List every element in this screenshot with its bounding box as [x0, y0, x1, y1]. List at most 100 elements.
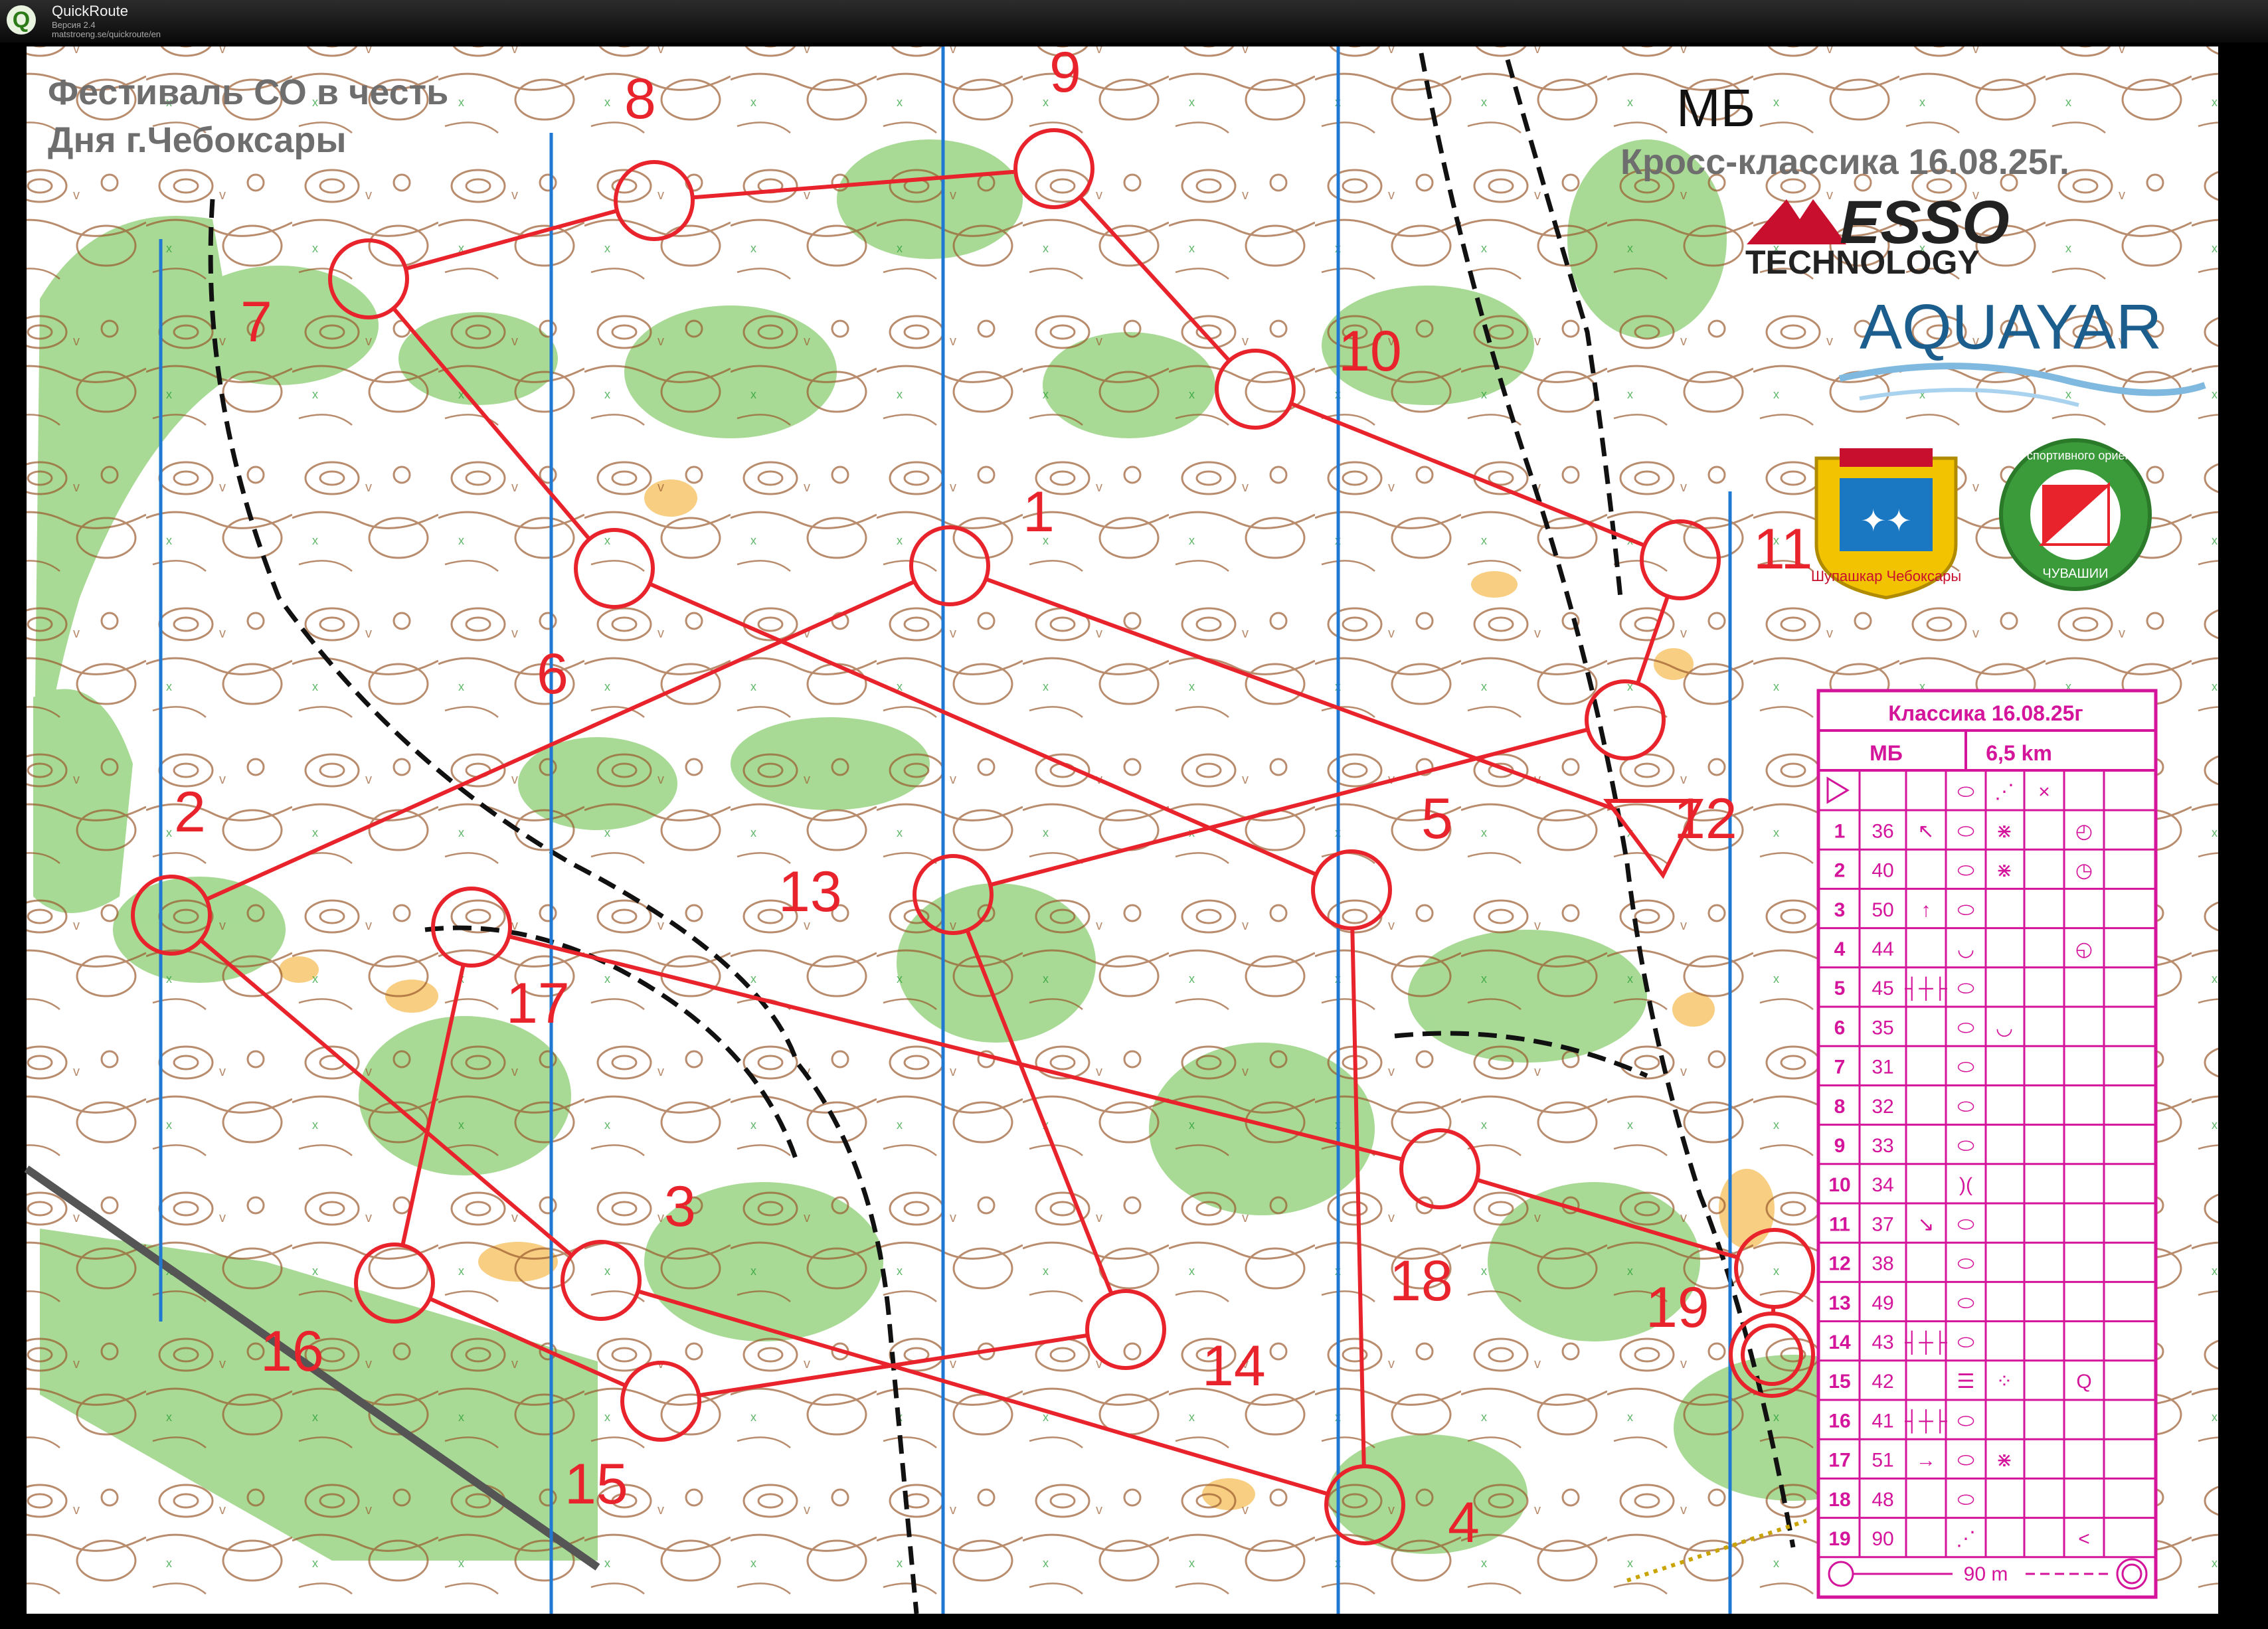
description-row-14-num: 14 — [1828, 1331, 1851, 1353]
app-url: matstroeng.se/quickroute/en — [52, 29, 161, 39]
orienteering-map[interactable]: v x — [0, 43, 2268, 1629]
description-row-7-code: 31 — [1872, 1057, 1893, 1078]
description-row-6-e: ◡ — [1996, 1017, 2013, 1039]
description-row-4-h: ◵ — [2075, 938, 2093, 960]
description-row-6-code: 35 — [1872, 1017, 1893, 1039]
description-row-18-d: ⬭ — [1957, 1489, 1974, 1511]
description-row-8-d: ⬭ — [1957, 1096, 1974, 1118]
description-row-14-c: ┤┼├ — [1905, 1330, 1948, 1355]
description-row-15-e: ⁘ — [1996, 1371, 2012, 1393]
description-row-18-code: 48 — [1872, 1489, 1893, 1511]
description-row-5-d: ⬭ — [1957, 978, 1974, 999]
app-version: Версия 2.4 — [52, 20, 96, 30]
description-row-10-d: )( — [1959, 1174, 1972, 1196]
description-row-13-d: ⬭ — [1957, 1292, 1974, 1314]
description-row-10-num: 10 — [1828, 1174, 1850, 1196]
description-row-17-code: 51 — [1872, 1450, 1893, 1472]
description-row-11-c: ↘ — [1917, 1213, 1934, 1235]
control-number-13: 13 — [778, 860, 842, 924]
control-description-sheet: Классика 16.08.25г МБ 6,5 km ⬭ ⋰ × 1 36 ↖ ⬭… — [1816, 689, 2158, 1599]
description-row-11-num: 11 — [1829, 1213, 1850, 1235]
control-number-11: 11 — [1753, 517, 1812, 581]
quickroute-logo-icon: Q — [7, 5, 36, 35]
description-row-16-code: 41 — [1872, 1410, 1893, 1432]
description-row-2-h: ◷ — [2075, 860, 2093, 882]
description-row-15-d: ☰ — [1957, 1371, 1975, 1393]
finish-distance: 90 m — [1964, 1563, 2008, 1585]
control-number-15: 15 — [565, 1452, 628, 1516]
svg-text:✦✦: ✦✦ — [1860, 503, 1911, 538]
description-row-17-d: ⬭ — [1957, 1450, 1974, 1472]
description-row-12-num: 12 — [1828, 1253, 1850, 1275]
description-row-3-code: 50 — [1872, 899, 1893, 921]
event-title-line2: Дня г.Чебоксары — [48, 120, 346, 160]
description-class: МБ — [1870, 741, 1903, 765]
description-row-5-c: ┤┼├ — [1905, 976, 1948, 1001]
description-row-6-num: 6 — [1834, 1017, 1846, 1039]
description-row-17-e: ⋇ — [1996, 1450, 2012, 1472]
description-length: 6,5 km — [1986, 741, 2052, 765]
control-number-2: 2 — [174, 780, 206, 844]
race-title: Кросс-классика 16.08.25г. — [1620, 142, 2069, 182]
description-row-3-c: ↑ — [1921, 899, 1931, 921]
description-row-8-code: 32 — [1872, 1096, 1893, 1118]
control-number-10: 10 — [1338, 319, 1402, 383]
control-number-7: 7 — [240, 290, 272, 354]
description-row-5-code: 45 — [1872, 978, 1893, 999]
control-number-4: 4 — [1448, 1491, 1480, 1555]
description-row-13-code: 49 — [1872, 1292, 1893, 1314]
svg-text:ЧУВАШИИ: ЧУВАШИИ — [2042, 566, 2108, 581]
description-row-6-d: ⬭ — [1957, 1017, 1974, 1039]
control-number-5: 5 — [1421, 787, 1453, 851]
description-row-2-e: ⋇ — [1996, 860, 2012, 882]
description-row-18-num: 18 — [1828, 1489, 1850, 1511]
description-row-1-num: 1 — [1834, 820, 1846, 842]
description-row-17-c: → — [1916, 1450, 1936, 1472]
description-row-11-code: 37 — [1872, 1213, 1893, 1235]
svg-text:Федерация спортивного ориентир: Федерация спортивного ориентирования — [1961, 449, 2190, 462]
description-row-7-d: ⬭ — [1957, 1057, 1974, 1078]
esso-technology-logo: ESSO TECHNOLOGY — [1745, 189, 2010, 281]
start-feature-icon: ⬭ — [1957, 781, 1974, 803]
control-number-14: 14 — [1202, 1334, 1266, 1398]
description-row-2-num: 2 — [1834, 860, 1846, 882]
description-row-1-code: 36 — [1872, 820, 1893, 842]
description-row-15-h: Q — [2076, 1371, 2091, 1393]
description-row-4-d: ◡ — [1957, 938, 1974, 960]
control-number-18: 18 — [1389, 1249, 1453, 1313]
event-title-line1: Фестиваль СО в честь — [48, 72, 448, 112]
city-emblem: ✦✦ Шупашкар Чебоксары — [1811, 448, 1961, 600]
description-row-11-d: ⬭ — [1957, 1213, 1974, 1235]
start-position-icon: × — [2038, 781, 2050, 803]
description-row-12-code: 38 — [1872, 1253, 1893, 1275]
control-number-17: 17 — [506, 972, 570, 1035]
description-row-9-code: 33 — [1872, 1135, 1893, 1157]
description-row-15-num: 15 — [1828, 1371, 1850, 1393]
control-number-1: 1 — [1023, 480, 1055, 544]
description-row-19-h: < — [2078, 1528, 2090, 1550]
description-row-7-num: 7 — [1834, 1057, 1846, 1078]
description-row-19-code: 90 — [1872, 1528, 1893, 1550]
description-row-8-num: 8 — [1834, 1096, 1846, 1118]
description-row-16-num: 16 — [1828, 1410, 1850, 1432]
description-row-19-num: 19 — [1828, 1528, 1850, 1550]
description-row-1-h: ◴ — [2075, 820, 2093, 842]
description-row-4-code: 44 — [1872, 938, 1893, 960]
svg-text:TECHNOLOGY: TECHNOLOGY — [1745, 244, 1980, 281]
description-title: Классика 16.08.25г — [1888, 701, 2083, 725]
description-row-17-num: 17 — [1828, 1450, 1850, 1472]
description-row-14-code: 43 — [1872, 1331, 1893, 1353]
description-row-14-d: ⬭ — [1957, 1331, 1974, 1353]
description-row-1-c: ↖ — [1917, 820, 1934, 842]
description-row-4-num: 4 — [1834, 938, 1846, 960]
description-row-16-d: ⬭ — [1957, 1410, 1974, 1432]
start-detail-icon: ⋰ — [1994, 781, 2014, 803]
description-row-5-num: 5 — [1834, 978, 1846, 999]
description-row-2-code: 40 — [1872, 860, 1893, 882]
title-bar: Q QuickRoute Версия 2.4 matstroeng.se/qu… — [0, 0, 2268, 43]
description-row-13-num: 13 — [1828, 1292, 1850, 1314]
control-number-9: 9 — [1049, 43, 1081, 104]
description-row-2-d: ⬭ — [1957, 860, 1974, 882]
description-row-19-d: ⋰ — [1956, 1528, 1976, 1550]
description-row-9-d: ⬭ — [1957, 1135, 1974, 1157]
